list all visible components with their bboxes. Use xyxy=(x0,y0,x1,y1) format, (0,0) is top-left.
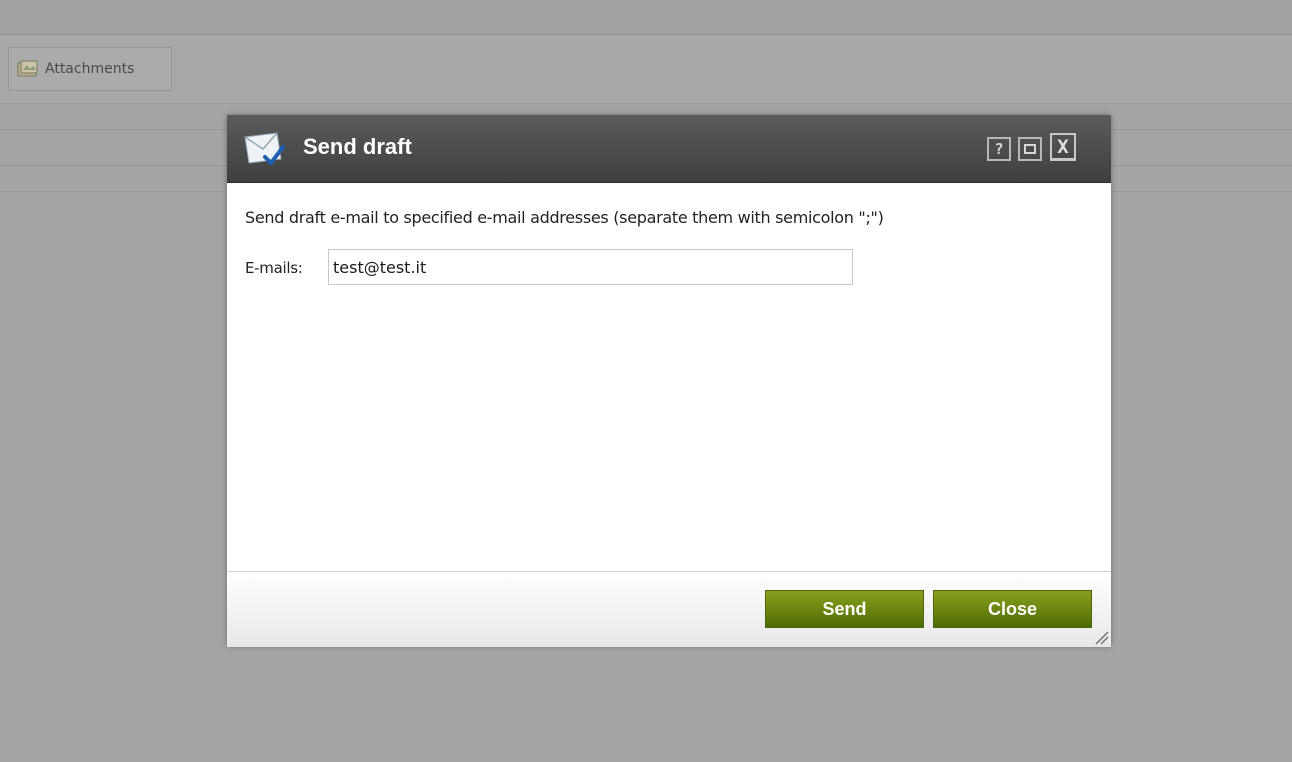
attachments-button[interactable]: Attachments xyxy=(8,47,172,91)
close-button[interactable]: Close xyxy=(933,590,1092,628)
instructions-text: Send draft e-mail to specified e-mail ad… xyxy=(245,208,884,227)
close-window-button[interactable]: X xyxy=(1050,133,1076,161)
dialog-title: Send draft xyxy=(303,134,412,159)
resize-grip-icon[interactable] xyxy=(1093,629,1109,645)
background-toolbar xyxy=(0,35,1292,104)
dialog-body: Send draft e-mail to specified e-mail ad… xyxy=(227,183,1111,571)
background-top-strip xyxy=(0,0,1292,35)
send-draft-dialog: Send draft ? X Send draft e-mail to spec… xyxy=(227,115,1111,647)
envelope-check-icon xyxy=(244,132,285,165)
dialog-footer: Send Close xyxy=(227,571,1111,647)
help-button[interactable]: ? xyxy=(987,137,1011,161)
attachments-label: Attachments xyxy=(45,61,135,77)
emails-label: E-mails: xyxy=(245,259,303,277)
maximize-button[interactable] xyxy=(1018,137,1042,161)
emails-input[interactable] xyxy=(328,249,853,285)
attachments-icon xyxy=(17,60,38,77)
dialog-header[interactable]: Send draft ? X xyxy=(227,115,1111,183)
send-button[interactable]: Send xyxy=(765,590,924,628)
